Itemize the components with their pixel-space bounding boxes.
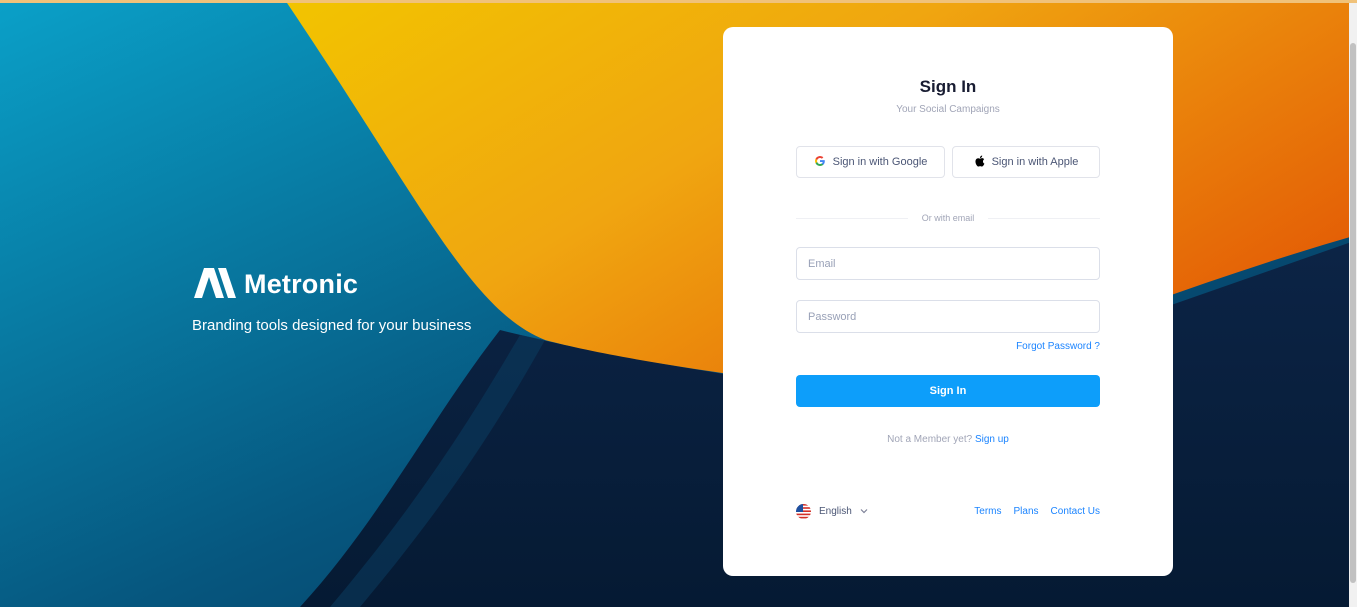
divider-line bbox=[988, 217, 1101, 219]
brand-name: Metronic bbox=[244, 269, 359, 299]
card-footer: English Terms Plans Contact Us bbox=[796, 503, 1100, 519]
sign-in-button[interactable]: Sign In bbox=[796, 375, 1100, 407]
google-icon bbox=[814, 155, 826, 170]
language-label: English bbox=[819, 505, 852, 517]
sign-in-apple-label: Sign in with Apple bbox=[991, 156, 1079, 168]
sign-in-apple-button[interactable]: Sign in with Apple bbox=[952, 146, 1100, 178]
or-with-email-divider: Or with email bbox=[796, 212, 1101, 224]
footer-links: Terms Plans Contact Us bbox=[974, 506, 1100, 517]
sign-in-google-label: Sign in with Google bbox=[832, 156, 928, 168]
sign-in-google-button[interactable]: Sign in with Google bbox=[796, 146, 945, 178]
signup-prompt: Not a Member yet? Sign up bbox=[723, 434, 1173, 445]
language-selector[interactable]: English bbox=[796, 503, 868, 519]
signup-prompt-text: Not a Member yet? bbox=[887, 434, 973, 445]
sign-in-card: Sign In Your Social Campaigns Sign in wi… bbox=[723, 27, 1173, 576]
us-flag-icon bbox=[796, 503, 811, 519]
sign-up-link[interactable]: Sign up bbox=[975, 434, 1009, 445]
terms-link[interactable]: Terms bbox=[974, 506, 1001, 517]
divider-text: Or with email bbox=[921, 213, 975, 223]
page-subtitle: Your Social Campaigns bbox=[896, 104, 1000, 115]
plans-link[interactable]: Plans bbox=[1014, 506, 1039, 517]
brand-panel: Metronic Branding tools designed for you… bbox=[192, 266, 471, 334]
scrollbar-thumb[interactable] bbox=[1350, 43, 1356, 583]
forgot-password-link[interactable]: Forgot Password ? bbox=[1016, 341, 1100, 352]
chevron-down-icon bbox=[860, 506, 868, 517]
window-top-border bbox=[0, 0, 1357, 3]
brand-logo: Metronic bbox=[192, 266, 471, 303]
scrollbar[interactable] bbox=[1349, 3, 1357, 607]
brand-tagline: Branding tools designed for your busines… bbox=[192, 317, 472, 334]
divider-line bbox=[796, 217, 908, 219]
apple-icon bbox=[974, 155, 985, 170]
email-field[interactable] bbox=[796, 247, 1100, 280]
password-field[interactable] bbox=[796, 300, 1100, 333]
metronic-logo-icon bbox=[192, 266, 236, 303]
page-title: Sign In bbox=[919, 77, 977, 96]
contact-us-link[interactable]: Contact Us bbox=[1051, 506, 1100, 517]
